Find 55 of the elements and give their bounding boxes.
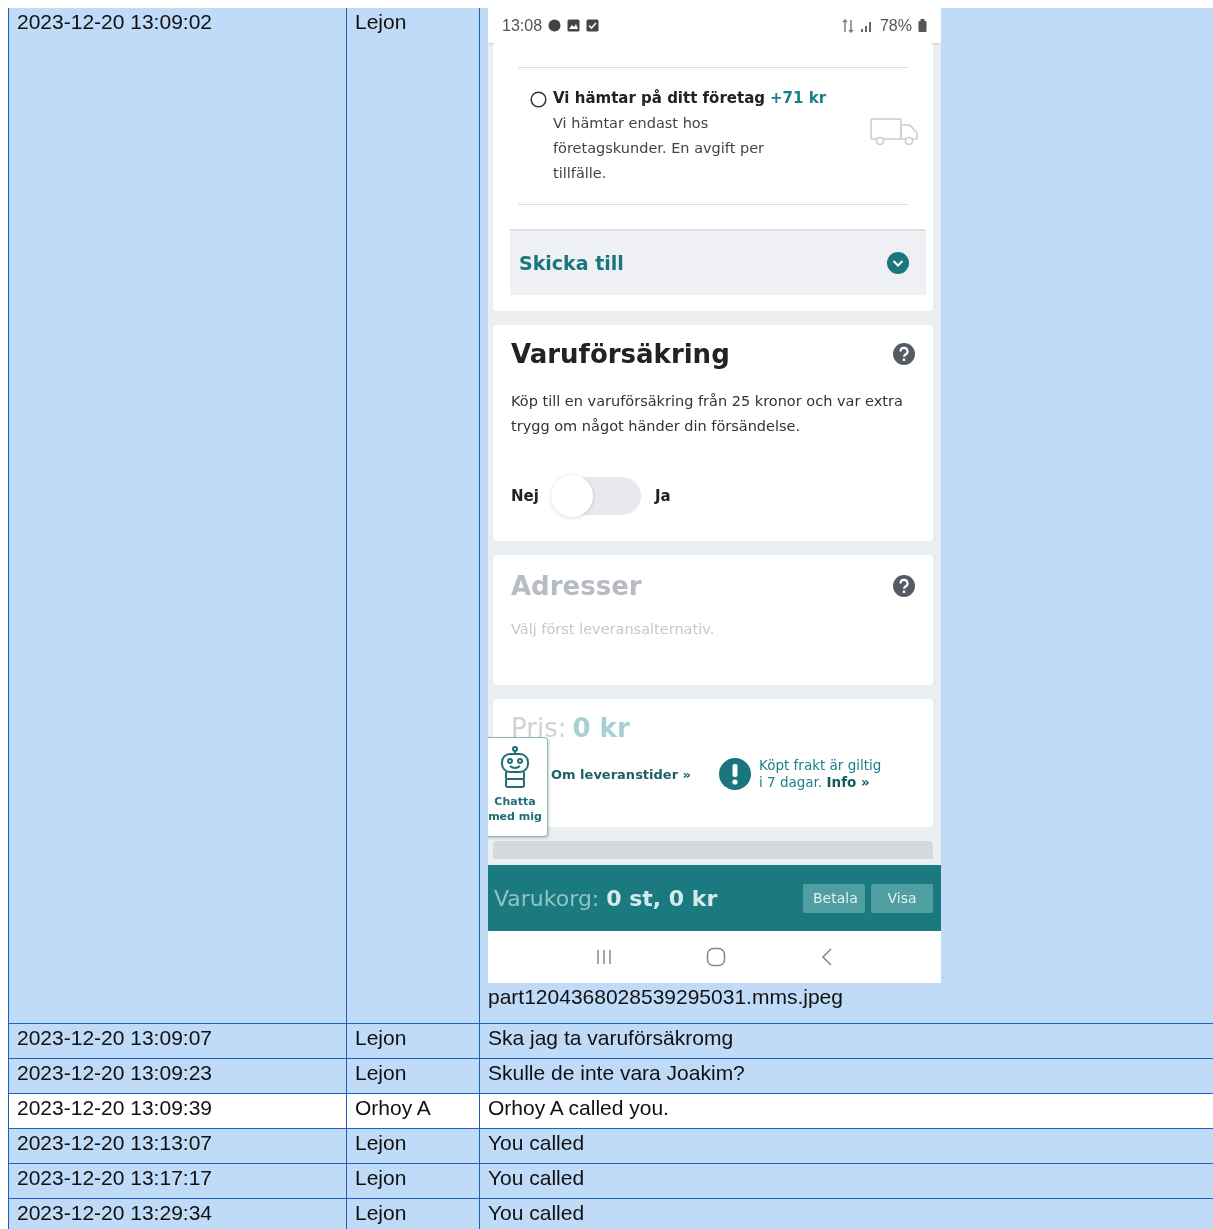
option-description: Vi hämtar endast hos företagskunder. En avgift per tillfälle. [553, 114, 766, 183]
option-title: Vi hämtar på ditt företag [553, 88, 765, 109]
home-icon[interactable] [706, 947, 727, 967]
message-cell: You called [479, 1199, 1213, 1229]
timestamp-cell: 2023-12-20 13:09:02 [8, 8, 346, 1023]
timestamp-cell: 2023-12-20 13:29:34 [8, 1199, 346, 1229]
sender-cell: Lejon [346, 1059, 479, 1093]
insurance-toggle[interactable] [552, 477, 641, 515]
ship-to-label: Skicka till [519, 252, 624, 274]
timestamp-cell: 2023-12-20 13:17:17 [8, 1164, 346, 1198]
sender-cell: Lejon [346, 1024, 479, 1058]
chat-button[interactable]: Chatta med mig [488, 737, 548, 837]
network-icon [841, 18, 854, 33]
help-icon[interactable] [893, 343, 915, 365]
toggle-off-label: Nej [511, 487, 539, 505]
recents-icon[interactable] [594, 948, 613, 966]
section-title: Varuförsäkring [511, 339, 730, 369]
addresses-hint: Välj först leveransalternativ. [511, 621, 716, 637]
exclamation-icon [719, 758, 751, 790]
message-cell: You called [479, 1164, 1213, 1198]
chat-bubble-icon [548, 19, 562, 32]
message-cell: Orhoy A called you. [479, 1094, 1213, 1128]
checkbox-icon [586, 19, 600, 32]
timestamp-cell: 2023-12-20 13:09:39 [8, 1094, 346, 1128]
battery-level: 78% [879, 16, 912, 35]
timestamp-cell: 2023-12-20 13:09:23 [8, 1059, 346, 1093]
truck-icon [870, 116, 920, 146]
section-title: Adresser [511, 571, 642, 601]
status-time: 13:08 [502, 16, 543, 35]
back-icon[interactable] [820, 947, 835, 967]
sender-cell: Lejon [346, 1129, 479, 1163]
timestamp-cell: 2023-12-20 13:13:07 [8, 1129, 346, 1163]
attachment-filename: part1204368028539295031.mms.jpeg [488, 985, 844, 1009]
battery-icon [918, 19, 927, 32]
price-value: 0 kr [572, 713, 630, 743]
chevron-down-icon [887, 252, 909, 274]
toggle-on-label: Ja [654, 487, 671, 505]
sender-cell: Orhoy A [346, 1094, 479, 1128]
sender-cell: Lejon [346, 8, 479, 1023]
help-icon[interactable] [893, 575, 915, 597]
cart-summary: Varukorg: 0 st, 0 kr [494, 885, 719, 911]
message-cell: Ska jag ta varuförsäkromg [479, 1024, 1213, 1058]
delivery-times-link[interactable]: Om leveranstider » [551, 766, 719, 782]
option-price: +71 kr [770, 88, 827, 109]
timestamp-cell: 2023-12-20 13:09:07 [8, 1024, 346, 1058]
ship-to-panel[interactable]: Skicka till [510, 229, 926, 295]
info-link[interactable]: Info » [826, 774, 870, 790]
sender-cell: Lejon [346, 1164, 479, 1198]
insurance-description: Köp till en varuförsäkring från 25 kronor och var extra trygg om något händer din försändelse. [511, 392, 904, 436]
radio-button[interactable] [530, 91, 547, 108]
image-icon [567, 19, 581, 32]
message-cell: Skulle de inte vara Joakim? [479, 1059, 1213, 1093]
validity-notice: Köpt frakt är giltig i 7 dagar. Info » [759, 757, 883, 791]
message-cell: You called [479, 1129, 1213, 1163]
sender-cell: Lejon [346, 1199, 479, 1229]
